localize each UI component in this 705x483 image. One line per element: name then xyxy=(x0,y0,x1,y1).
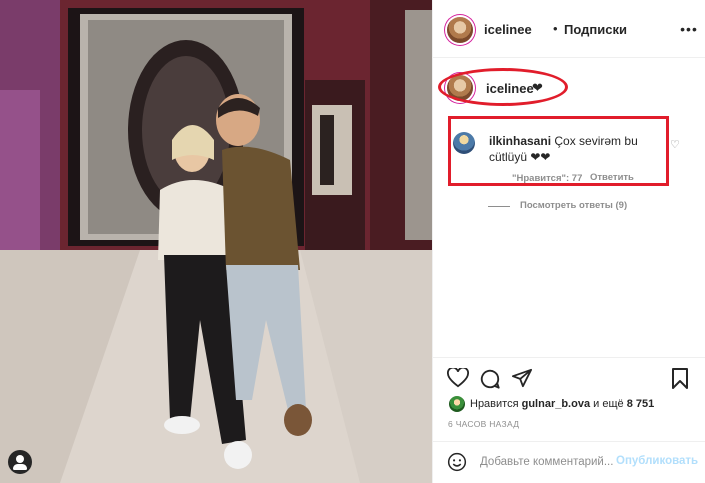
commenter-avatar[interactable] xyxy=(453,132,475,154)
photo-tags-button[interactable] xyxy=(8,450,32,474)
following-button[interactable]: Подписки xyxy=(564,22,627,37)
share-icon[interactable] xyxy=(511,368,533,391)
comment-text-2: cütlüyü ❤❤ xyxy=(489,150,551,164)
comment-box: Опубликовать xyxy=(433,441,705,483)
liker-avatar[interactable] xyxy=(449,396,465,412)
author-avatar[interactable] xyxy=(447,17,473,43)
smiley-icon[interactable] xyxy=(447,452,467,475)
comment-likes-count[interactable]: "Нравится": 77 xyxy=(512,173,582,184)
post-comment-button[interactable]: Опубликовать xyxy=(616,455,698,467)
comment-icon[interactable] xyxy=(479,368,501,393)
likes-summary: Нравится gulnar_b.ova и ещё 8 751 xyxy=(470,398,654,410)
reply-button[interactable]: Ответить xyxy=(590,172,634,183)
liker-username[interactable]: gulnar_b.ova xyxy=(522,398,590,410)
heart-icon[interactable] xyxy=(447,366,469,391)
comment-input[interactable] xyxy=(480,453,615,471)
more-options-button[interactable]: ••• xyxy=(678,21,700,37)
view-replies-button[interactable]: Посмотреть ответы (9) xyxy=(520,200,627,211)
bookmark-icon[interactable] xyxy=(671,368,689,393)
likes-count[interactable]: 8 751 xyxy=(627,398,655,410)
header-separator: • xyxy=(553,21,558,36)
post-timestamp[interactable]: 6 ЧАСОВ НАЗАД xyxy=(448,419,519,429)
replies-divider xyxy=(488,206,510,207)
annotation-ellipse xyxy=(438,68,568,106)
action-bar xyxy=(433,357,705,398)
comment-like-icon[interactable]: ♡ xyxy=(670,138,680,151)
likes-middle: и ещё xyxy=(593,398,624,410)
commenter-username[interactable]: ilkinhasani xyxy=(489,134,551,148)
post-sidebar: icelinee • Подписки ••• icelinee ❤ ilkin… xyxy=(432,0,705,483)
post-header: icelinee • Подписки ••• xyxy=(433,0,705,58)
comment-line-1: ilkinhasani Çox sevirəm bu xyxy=(489,134,638,148)
comment-text-1: Çox sevirəm bu xyxy=(554,134,638,148)
post-photo[interactable] xyxy=(0,0,432,483)
photo-scene xyxy=(0,0,432,483)
likes-prefix: Нравится xyxy=(470,398,519,410)
author-username[interactable]: icelinee xyxy=(484,22,532,37)
